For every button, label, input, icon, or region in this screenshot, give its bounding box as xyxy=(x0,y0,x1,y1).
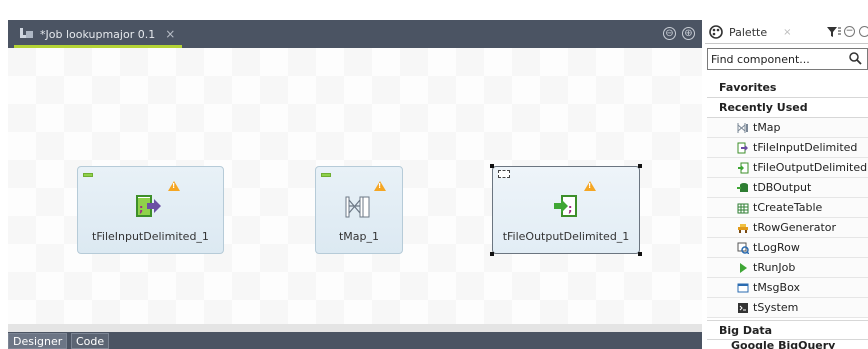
palette-item-label: tRunJob xyxy=(753,261,796,274)
close-palette-icon[interactable]: × xyxy=(783,27,791,38)
maximize-palette-icon[interactable] xyxy=(859,26,868,37)
palette-item-trowgenerator[interactable]: tRowGenerator xyxy=(707,218,868,238)
close-tab-icon[interactable]: × xyxy=(165,27,175,41)
log-row-icon xyxy=(737,242,749,254)
section-recently-used[interactable]: Recently Used xyxy=(707,98,868,118)
node-tmap[interactable]: tMap_1 xyxy=(315,166,403,254)
row-generator-icon xyxy=(738,223,748,233)
node-tfileoutputdelimited[interactable]: ; tFileOutputDelimited_1 xyxy=(490,164,642,256)
file-input-icon: ; xyxy=(136,195,161,217)
palette-item-tcreatetable[interactable]: tCreateTable xyxy=(707,198,868,218)
palette-item-tsystem[interactable]: tSystem xyxy=(707,298,868,318)
palette-item-label: tSystem xyxy=(753,301,799,314)
job-editor: *Job lookupmajor 0.1 × ⊖ ⊕ ; tFileInputD… xyxy=(8,8,702,349)
editor-tab-bar: *Job lookupmajor 0.1 × ⊖ ⊕ xyxy=(8,20,702,48)
palette-item-label: tFileInputDelimited xyxy=(753,141,858,154)
palette-item-tfileinputdelimited[interactable]: tFileInputDelimited xyxy=(707,138,868,158)
editor-bottom-tabs: Designer Code xyxy=(8,332,702,349)
palette-item-tmsgbox[interactable]: tMsgBox xyxy=(707,278,868,298)
tmap-icon xyxy=(737,122,748,133)
resize-handle[interactable] xyxy=(490,164,494,168)
palette-tab-bar: Palette × − xyxy=(705,20,868,44)
node-collapse-toggle[interactable] xyxy=(321,173,331,177)
palette-item-label: tCreateTable xyxy=(753,201,823,214)
db-output-icon xyxy=(737,182,748,192)
system-icon xyxy=(738,302,748,313)
section-big-data[interactable]: Big Data xyxy=(707,320,868,340)
palette-search[interactable] xyxy=(707,48,868,70)
search-icon[interactable] xyxy=(849,52,862,65)
find-component-input[interactable] xyxy=(708,49,838,69)
job-tab-title: *Job lookupmajor 0.1 xyxy=(40,27,156,41)
warning-icon xyxy=(584,181,596,191)
file-output-icon xyxy=(738,162,749,173)
create-table-icon xyxy=(737,203,749,213)
palette-tab[interactable]: Palette × xyxy=(705,20,795,44)
file-output-icon: ; xyxy=(554,195,577,217)
resize-handle[interactable] xyxy=(638,252,642,256)
canvas-scroll-area xyxy=(8,324,702,332)
maximize-icon[interactable]: ⊕ xyxy=(682,27,695,40)
palette-panel: Palette × − Favorites Recently Used tMap… xyxy=(705,8,868,349)
palette-item-trunjob[interactable]: tRunJob xyxy=(707,258,868,278)
resize-handle[interactable] xyxy=(638,164,642,168)
palette-tab-title: Palette xyxy=(729,25,768,39)
tmap-icon xyxy=(345,196,370,218)
node-tfileinputdelimited[interactable]: ; tFileInputDelimited_1 xyxy=(77,166,224,254)
file-input-icon xyxy=(737,142,748,153)
minimize-palette-icon[interactable]: − xyxy=(844,26,855,37)
palette-item-label: tFileOutputDelimited xyxy=(753,161,868,174)
palette-item-label: tMsgBox xyxy=(753,281,800,294)
run-job-icon xyxy=(740,262,747,273)
palette-item-label: tMap xyxy=(753,121,781,134)
palette-item-label: tDBOutput xyxy=(753,181,812,194)
msg-box-icon xyxy=(737,283,749,292)
resize-handle[interactable] xyxy=(490,252,494,256)
palette-item-tlogrow[interactable]: tLogRow xyxy=(707,238,868,258)
palette-item-label: tLogRow xyxy=(753,241,800,254)
svg-text:;: ; xyxy=(139,202,143,215)
palette-item-tfileoutputdelimited[interactable]: tFileOutputDelimited xyxy=(707,158,868,178)
node-label: tFileOutputDelimited_1 xyxy=(502,230,630,243)
design-canvas[interactable]: ; tFileInputDelimited_1 tMap_1 xyxy=(8,48,702,332)
node-label: tMap_1 xyxy=(338,230,380,243)
filter-icon[interactable] xyxy=(826,25,842,39)
palette-item-tdboutput[interactable]: tDBOutput xyxy=(707,178,868,198)
palette-item-label: tRowGenerator xyxy=(753,221,837,234)
node-collapse-toggle[interactable] xyxy=(498,170,510,178)
job-tab[interactable]: *Job lookupmajor 0.1 × xyxy=(14,20,182,48)
node-label: tFileInputDelimited_1 xyxy=(92,230,209,243)
palette-item-tmap[interactable]: tMap xyxy=(707,118,868,138)
tab-designer[interactable]: Designer xyxy=(8,333,68,349)
warning-icon xyxy=(374,181,386,191)
job-icon xyxy=(20,27,34,41)
palette-icon xyxy=(709,25,723,39)
section-favorites[interactable]: Favorites xyxy=(707,78,868,98)
tab-code[interactable]: Code xyxy=(71,333,110,349)
section-google-bigquery[interactable]: Google BigQuery xyxy=(707,340,868,349)
minimize-icon[interactable]: ⊖ xyxy=(663,27,676,40)
svg-text:;: ; xyxy=(568,202,572,215)
node-collapse-toggle[interactable] xyxy=(83,173,93,177)
warning-icon xyxy=(168,181,180,191)
